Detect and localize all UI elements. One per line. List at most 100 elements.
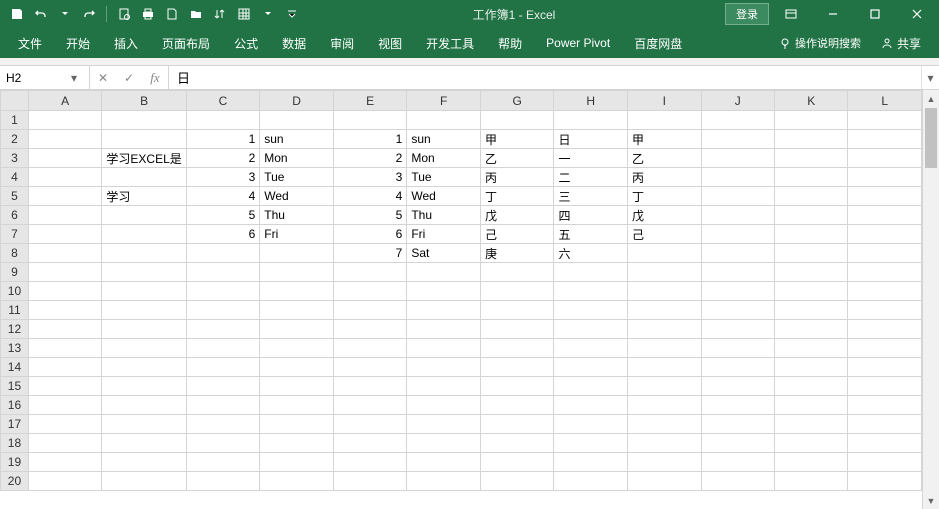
- cell-A4[interactable]: [28, 168, 101, 187]
- close-icon[interactable]: [897, 0, 937, 28]
- cell-I19[interactable]: [628, 453, 702, 472]
- tab-data[interactable]: 数据: [270, 28, 318, 58]
- cell-J6[interactable]: [701, 206, 774, 225]
- cell-B19[interactable]: [102, 453, 186, 472]
- table-icon[interactable]: [233, 3, 255, 25]
- cell-B17[interactable]: [102, 415, 186, 434]
- cell-H14[interactable]: [554, 358, 628, 377]
- cell-L14[interactable]: [848, 358, 922, 377]
- cell-E19[interactable]: [333, 453, 406, 472]
- fx-icon[interactable]: fx: [142, 66, 168, 90]
- sort-icon[interactable]: [209, 3, 231, 25]
- cell-K1[interactable]: [774, 111, 847, 130]
- cell-A8[interactable]: [28, 244, 101, 263]
- cell-C9[interactable]: [186, 263, 259, 282]
- cell-F14[interactable]: [407, 358, 481, 377]
- cell-I18[interactable]: [628, 434, 702, 453]
- cell-E2[interactable]: 1: [333, 130, 406, 149]
- cell-F16[interactable]: [407, 396, 481, 415]
- enter-icon[interactable]: ✓: [116, 66, 142, 90]
- cell-I13[interactable]: [628, 339, 702, 358]
- cell-I1[interactable]: [628, 111, 702, 130]
- cell-B11[interactable]: [102, 301, 186, 320]
- cell-J8[interactable]: [701, 244, 774, 263]
- cell-A2[interactable]: [28, 130, 101, 149]
- cell-F5[interactable]: Wed: [407, 187, 481, 206]
- cell-D10[interactable]: [260, 282, 334, 301]
- cell-H1[interactable]: [554, 111, 628, 130]
- cell-K3[interactable]: [774, 149, 847, 168]
- col-header-E[interactable]: E: [333, 91, 406, 111]
- tab-baidu[interactable]: 百度网盘: [622, 28, 694, 58]
- cell-L18[interactable]: [848, 434, 922, 453]
- open-file-icon[interactable]: [185, 3, 207, 25]
- login-button[interactable]: 登录: [725, 3, 769, 25]
- row-header-16[interactable]: 16: [1, 396, 29, 415]
- cell-C13[interactable]: [186, 339, 259, 358]
- cell-A5[interactable]: [28, 187, 101, 206]
- cell-I2[interactable]: 甲: [628, 130, 702, 149]
- cell-H6[interactable]: 四: [554, 206, 628, 225]
- cell-E12[interactable]: [333, 320, 406, 339]
- cell-B10[interactable]: [102, 282, 186, 301]
- cell-C16[interactable]: [186, 396, 259, 415]
- cell-J19[interactable]: [701, 453, 774, 472]
- cell-J3[interactable]: [701, 149, 774, 168]
- cell-A11[interactable]: [28, 301, 101, 320]
- cell-E15[interactable]: [333, 377, 406, 396]
- minimize-icon[interactable]: [813, 0, 853, 28]
- row-header-15[interactable]: 15: [1, 377, 29, 396]
- cell-J16[interactable]: [701, 396, 774, 415]
- cell-J18[interactable]: [701, 434, 774, 453]
- cell-A3[interactable]: [28, 149, 101, 168]
- cell-D16[interactable]: [260, 396, 334, 415]
- cell-H9[interactable]: [554, 263, 628, 282]
- cell-F11[interactable]: [407, 301, 481, 320]
- scroll-thumb[interactable]: [925, 108, 937, 168]
- cell-G6[interactable]: 戊: [480, 206, 554, 225]
- cell-L19[interactable]: [848, 453, 922, 472]
- col-header-I[interactable]: I: [628, 91, 702, 111]
- cell-D7[interactable]: Fri: [260, 225, 334, 244]
- cell-K16[interactable]: [774, 396, 847, 415]
- cell-D14[interactable]: [260, 358, 334, 377]
- cell-H7[interactable]: 五: [554, 225, 628, 244]
- col-header-J[interactable]: J: [701, 91, 774, 111]
- cell-H4[interactable]: 二: [554, 168, 628, 187]
- cell-K11[interactable]: [774, 301, 847, 320]
- cell-F18[interactable]: [407, 434, 481, 453]
- cell-H5[interactable]: 三: [554, 187, 628, 206]
- cell-B8[interactable]: [102, 244, 186, 263]
- cell-H11[interactable]: [554, 301, 628, 320]
- cell-G16[interactable]: [480, 396, 554, 415]
- cell-I5[interactable]: 丁: [628, 187, 702, 206]
- tab-view[interactable]: 视图: [366, 28, 414, 58]
- cell-H16[interactable]: [554, 396, 628, 415]
- grid-main[interactable]: ABCDEFGHIJKL121sun1sun甲日甲3学习EXCEL是2Mon2M…: [0, 90, 922, 509]
- cell-C20[interactable]: [186, 472, 259, 491]
- cell-B18[interactable]: [102, 434, 186, 453]
- cell-F2[interactable]: sun: [407, 130, 481, 149]
- row-header-10[interactable]: 10: [1, 282, 29, 301]
- cell-D1[interactable]: [260, 111, 334, 130]
- cell-C11[interactable]: [186, 301, 259, 320]
- tab-home[interactable]: 开始: [54, 28, 102, 58]
- cell-J15[interactable]: [701, 377, 774, 396]
- cell-K19[interactable]: [774, 453, 847, 472]
- col-header-L[interactable]: L: [848, 91, 922, 111]
- cell-D13[interactable]: [260, 339, 334, 358]
- cell-A1[interactable]: [28, 111, 101, 130]
- cell-I4[interactable]: 丙: [628, 168, 702, 187]
- cell-B13[interactable]: [102, 339, 186, 358]
- cell-L13[interactable]: [848, 339, 922, 358]
- cell-F8[interactable]: Sat: [407, 244, 481, 263]
- cell-G10[interactable]: [480, 282, 554, 301]
- cell-D5[interactable]: Wed: [260, 187, 334, 206]
- cell-H19[interactable]: [554, 453, 628, 472]
- tab-formulas[interactable]: 公式: [222, 28, 270, 58]
- cell-D6[interactable]: Thu: [260, 206, 334, 225]
- cell-C10[interactable]: [186, 282, 259, 301]
- row-header-5[interactable]: 5: [1, 187, 29, 206]
- cell-F6[interactable]: Thu: [407, 206, 481, 225]
- row-header-7[interactable]: 7: [1, 225, 29, 244]
